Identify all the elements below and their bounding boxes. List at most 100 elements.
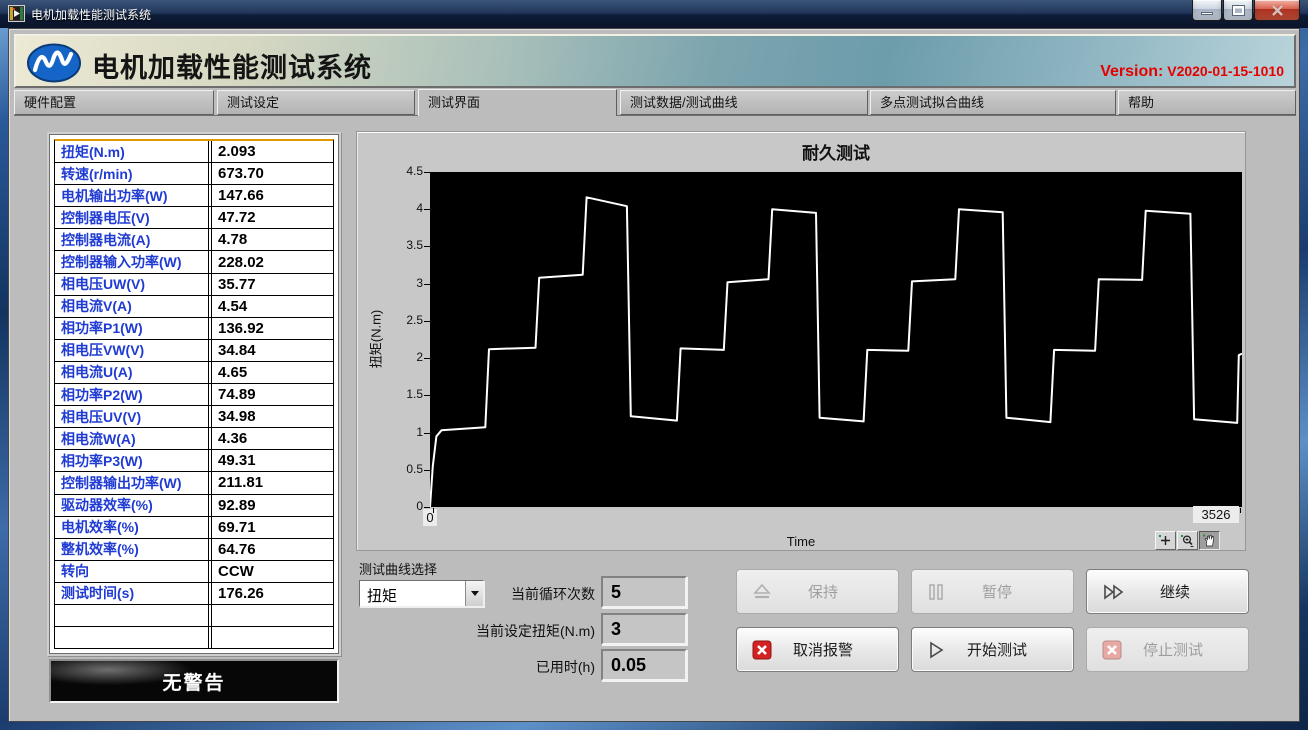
tab-multipoint-fit-curve[interactable]: 多点测试拟合曲线 <box>870 90 1116 115</box>
y-axis-tick-label: 1 <box>379 425 423 439</box>
param-value: 34.84 <box>212 340 333 361</box>
param-label: 驱动器效率(%) <box>55 495 208 516</box>
param-value: 147.66 <box>212 185 333 206</box>
fast-forward-icon <box>1102 583 1126 601</box>
param-label: 相电流W(A) <box>55 428 208 449</box>
minimize-button[interactable] <box>1192 0 1222 21</box>
window-controls <box>1192 0 1300 21</box>
chart-title: 耐久测试 <box>436 139 1236 164</box>
tab-bar: 硬件配置 测试设定 测试界面 测试数据/测试曲线 多点测试拟合曲线 帮助 <box>14 89 1296 116</box>
tab-test-settings[interactable]: 测试设定 <box>217 90 415 115</box>
y-axis-tick-label: 0 <box>379 499 423 513</box>
tab-hardware-config[interactable]: 硬件配置 <box>14 90 214 115</box>
zoom-tool-icon[interactable] <box>1177 531 1198 550</box>
param-value: 4.78 <box>212 229 333 250</box>
param-label: 相电压UW(V) <box>55 274 208 295</box>
y-axis-tick-label: 4 <box>379 201 423 215</box>
chart-plot-area[interactable] <box>430 172 1242 507</box>
tab-help[interactable]: 帮助 <box>1118 90 1296 115</box>
param-value: 136.92 <box>212 318 333 339</box>
close-button[interactable] <box>1254 0 1300 21</box>
table-row: 整机效率(%) 64.76 <box>55 539 333 561</box>
param-value: 2.093 <box>212 141 333 162</box>
x-axis-max-label[interactable]: 3526 <box>1193 506 1239 523</box>
titlebar: 电机加载性能测试系统 <box>0 0 1308 28</box>
stop-test-button[interactable]: 停止测试 <box>1086 627 1249 672</box>
param-value: 228.02 <box>212 251 333 272</box>
param-label: 控制器电流(A) <box>55 229 208 250</box>
maximize-button[interactable] <box>1223 0 1253 21</box>
y-axis-tick-mark <box>424 507 430 508</box>
warning-text: 无警告 <box>162 668 225 695</box>
hold-button[interactable]: 保持 <box>736 569 899 614</box>
table-row: 相功率P2(W) 74.89 <box>55 384 333 406</box>
param-label <box>55 605 208 626</box>
cancel-alarm-icon <box>752 640 772 660</box>
x-axis-tick-mark <box>433 508 434 513</box>
crosshair-tool-icon[interactable] <box>1155 531 1176 550</box>
table-row: 测试时间(s) 176.26 <box>55 583 333 605</box>
param-label: 控制器电压(V) <box>55 207 208 228</box>
app-panel: 电机加载性能测试系统 Version: V2020-01-15-1010 硬件配… <box>8 28 1300 722</box>
param-value: 92.89 <box>212 495 333 516</box>
table-row: 相电流U(A) 4.65 <box>55 362 333 384</box>
param-value: 74.89 <box>212 384 333 405</box>
table-row: 驱动器效率(%) 92.89 <box>55 495 333 517</box>
continue-button[interactable]: 继续 <box>1086 569 1249 614</box>
elapsed-time-label: 已用时(h) <box>371 657 595 677</box>
pause-icon <box>927 583 945 601</box>
param-label: 电机输出功率(W) <box>55 185 208 206</box>
parameter-table-rows: 扭矩(N.m) 2.093 转速(r/min) 673.70 电机输出功率(W)… <box>54 139 334 649</box>
pan-tool-icon[interactable] <box>1199 531 1220 550</box>
table-row: 相电压UV(V) 34.98 <box>55 406 333 428</box>
table-row: 相功率P3(W) 49.31 <box>55 450 333 472</box>
param-value: 176.26 <box>212 583 333 604</box>
table-row: 相电流V(A) 4.54 <box>55 296 333 318</box>
app-title: 电机加载性能测试系统 <box>92 46 372 85</box>
param-label: 相电压VW(V) <box>55 340 208 361</box>
table-row: 扭矩(N.m) 2.093 <box>55 141 333 163</box>
pause-button[interactable]: 暂停 <box>911 569 1074 614</box>
param-value: 34.98 <box>212 406 333 427</box>
x-axis-min-label[interactable]: 0 <box>423 509 437 526</box>
param-value: 4.54 <box>212 296 333 317</box>
param-label: 相电压UV(V) <box>55 406 208 427</box>
play-icon <box>927 641 945 659</box>
y-axis-tick-label: 1.5 <box>379 387 423 401</box>
y-axis-tick-label: 2.5 <box>379 313 423 327</box>
close-icon <box>1271 5 1284 16</box>
param-value: 4.36 <box>212 428 333 449</box>
elapsed-time-value: 0.05 <box>601 649 687 681</box>
torque-trace <box>430 197 1242 507</box>
tab-test-data-curves[interactable]: 测试数据/测试曲线 <box>620 90 868 115</box>
minimize-icon <box>1201 12 1213 15</box>
x-axis-tick-mark <box>1240 508 1241 513</box>
warning-banner: 无警告 <box>49 659 339 703</box>
table-row: 控制器输入功率(W) 228.02 <box>55 251 333 273</box>
table-row: 控制器电压(V) 47.72 <box>55 207 333 229</box>
labview-app-icon <box>8 5 25 22</box>
cycle-count-label: 当前循环次数 <box>371 584 595 604</box>
param-value: 4.65 <box>212 362 333 383</box>
stop-icon <box>1102 640 1122 660</box>
param-label: 相电流U(A) <box>55 362 208 383</box>
app-header: 电机加载性能测试系统 Version: V2020-01-15-1010 <box>14 34 1296 88</box>
table-row: 转向 CCW <box>55 561 333 583</box>
param-value <box>212 605 333 626</box>
cancel-alarm-button[interactable]: 取消报警 <box>736 627 899 672</box>
y-axis-tick-label: 3.5 <box>379 238 423 252</box>
table-row: 相电压UW(V) 35.77 <box>55 274 333 296</box>
y-axis-tick-label: 2 <box>379 350 423 364</box>
tab-test-interface[interactable]: 测试界面 <box>418 89 617 116</box>
table-row: 控制器电流(A) 4.78 <box>55 229 333 251</box>
application-window: 电机加载性能测试系统 电机加载性能测试系统 Version: V2020 <box>0 0 1308 730</box>
cycle-count-value: 5 <box>601 576 687 608</box>
table-row: 电机输出功率(W) 147.66 <box>55 185 333 207</box>
chart-x-axis-label: Time <box>357 534 1245 549</box>
chart-y-axis-label: 扭矩(N.m) <box>366 310 385 369</box>
param-label: 转向 <box>55 561 208 582</box>
param-label: 电机效率(%) <box>55 517 208 538</box>
start-test-button[interactable]: 开始测试 <box>911 627 1074 672</box>
param-label: 控制器输入功率(W) <box>55 251 208 272</box>
param-label: 相功率P2(W) <box>55 384 208 405</box>
